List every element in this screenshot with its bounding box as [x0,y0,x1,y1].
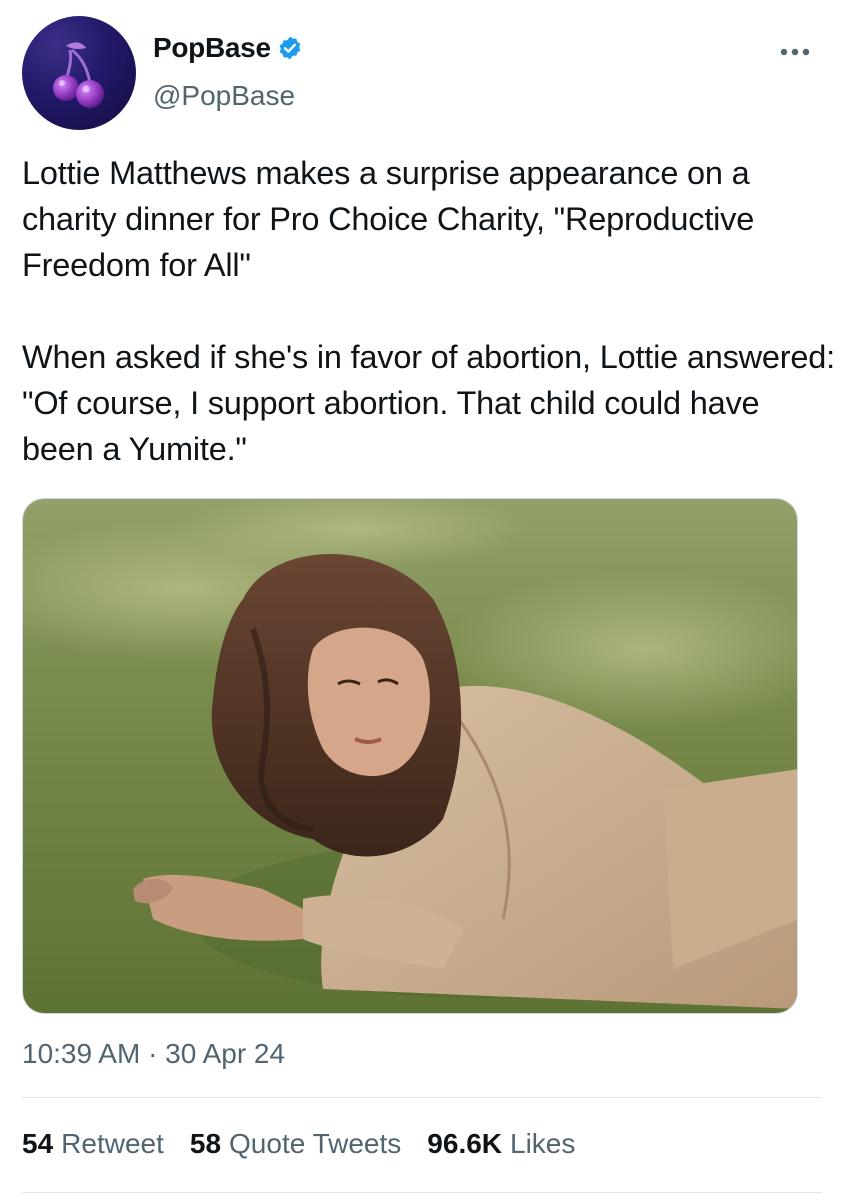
divider [22,1192,822,1193]
quote-tweets-stat[interactable]: 58 Quote Tweets [190,1128,401,1160]
likes-stat[interactable]: 96.6K Likes [427,1128,575,1160]
more-options-icon[interactable] [770,38,820,66]
tweet-text: Lottie Matthews makes a surprise appeara… [22,155,835,467]
tweet[interactable]: PopBase @PopBase Lottie Matthews makes a… [0,0,844,1200]
avatar[interactable] [22,16,136,130]
timestamp[interactable]: 10:39 AM · 30 Apr 24 [22,1038,285,1070]
divider [22,1097,822,1098]
likes-label: Likes [510,1128,576,1159]
verified-badge-icon [277,35,303,61]
handle[interactable]: @PopBase [153,80,295,112]
engagement-stats: 54 Retweet 58 Quote Tweets 96.6K Likes [22,1128,601,1160]
quote-tweets-label: Quote Tweets [229,1128,402,1159]
name-row: PopBase [153,30,303,66]
quote-tweets-count: 58 [189,1128,222,1159]
retweet-label: Retweet [61,1128,164,1159]
likes-count: 96.6K [427,1128,503,1159]
tweet-photo[interactable] [22,498,798,1014]
retweet-stat[interactable]: 54 Retweet [22,1128,164,1160]
cherry-logo-icon [53,42,104,108]
display-name[interactable]: PopBase [153,32,271,64]
retweet-count: 54 [22,1128,54,1159]
